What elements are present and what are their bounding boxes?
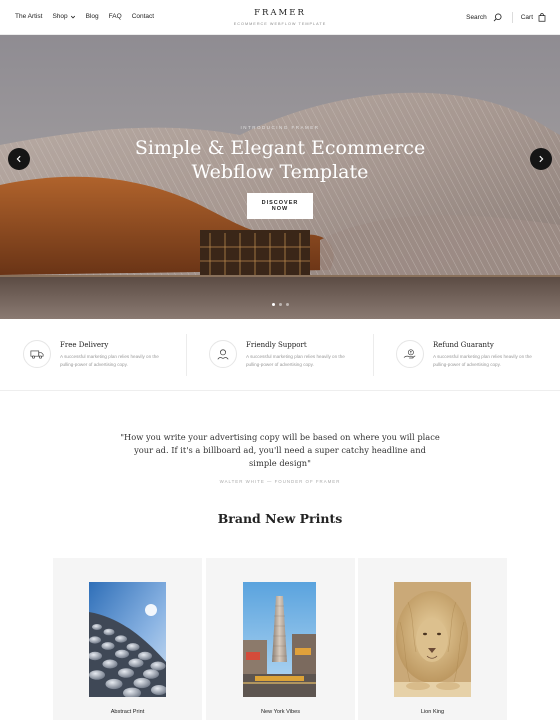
nav-link-blog[interactable]: Blog bbox=[86, 13, 99, 20]
nav-link-the-artist[interactable]: The Artist bbox=[15, 13, 42, 20]
hero-eyebrow: INTRODUCING FRAMER bbox=[240, 125, 320, 130]
feature-title: Friendly Support bbox=[246, 341, 307, 349]
product-card-new-york-vibes[interactable]: New York Vibes bbox=[206, 558, 355, 720]
products-section-title: Brand New Prints bbox=[217, 511, 343, 526]
product-name: Abstract Print bbox=[110, 709, 145, 715]
search-label: Search bbox=[466, 14, 487, 21]
nav-link-contact[interactable]: Contact bbox=[132, 13, 154, 20]
product-image bbox=[243, 582, 316, 697]
features-bar: Free Delivery A successful marketing pla… bbox=[0, 319, 560, 391]
hero-title-line-1: Simple & Elegant Ecommerce bbox=[134, 137, 426, 159]
hero-content: INTRODUCING FRAMER Simple & Elegant Ecom… bbox=[0, 125, 560, 219]
product-image bbox=[89, 582, 166, 697]
feature-description: A successful marketing plan relies heavi… bbox=[433, 354, 532, 367]
quote-text: "How you write your advertising copy wil… bbox=[120, 432, 440, 468]
support-icon bbox=[209, 340, 237, 368]
product-card-abstract-print[interactable]: Abstract Print bbox=[53, 558, 202, 720]
chevron-left-icon bbox=[16, 155, 21, 163]
nav-link-faq[interactable]: FAQ bbox=[109, 13, 122, 20]
product-name: Lion King bbox=[420, 709, 445, 715]
feature-title: Refund Guaranty bbox=[433, 341, 494, 349]
product-name: New York Vibes bbox=[260, 709, 301, 715]
nav-link-shop[interactable]: Shop bbox=[52, 13, 75, 20]
chevron-down-icon bbox=[70, 15, 75, 18]
hero-title-line-2: Webflow Template bbox=[191, 161, 369, 183]
feature-title: Free Delivery bbox=[60, 341, 109, 349]
slider-next-button[interactable] bbox=[530, 148, 552, 170]
discover-now-button[interactable]: DISCOVER NOW bbox=[247, 193, 313, 219]
cart-button[interactable]: Cart bbox=[513, 13, 546, 22]
slider-dots bbox=[0, 303, 560, 306]
feature-description: A successful marketing plan relies heavi… bbox=[60, 354, 159, 367]
nav-link-shop-label: Shop bbox=[52, 13, 68, 20]
shopping-bag-icon bbox=[538, 13, 546, 22]
refund-icon bbox=[396, 340, 424, 368]
cart-label: Cart bbox=[520, 14, 533, 21]
nav-actions: Search Cart bbox=[466, 12, 546, 23]
top-navigation: The Artist Shop Blog FAQ Contact FRAMER … bbox=[0, 0, 560, 35]
nav-links: The Artist Shop Blog FAQ Contact bbox=[15, 13, 154, 20]
hero-title: Simple & Elegant Ecommerce Webflow Templ… bbox=[0, 136, 560, 184]
search-icon bbox=[493, 13, 502, 22]
feature-refund-guaranty: Refund Guaranty A successful marketing p… bbox=[396, 339, 560, 377]
hero-slider: INTRODUCING FRAMER Simple & Elegant Ecom… bbox=[0, 35, 560, 319]
feature-description: A successful marketing plan relies heavi… bbox=[246, 354, 345, 367]
product-card-lion-king[interactable]: Lion King bbox=[358, 558, 507, 720]
slider-dot-1[interactable] bbox=[271, 303, 275, 306]
chevron-right-icon bbox=[539, 155, 544, 163]
product-image bbox=[394, 582, 471, 697]
truck-icon bbox=[23, 340, 51, 368]
quote-author: WALTER WHITE — FOUNDER OF FRAMER bbox=[219, 479, 341, 484]
feature-divider bbox=[186, 334, 187, 376]
slider-dot-2[interactable] bbox=[278, 303, 282, 306]
feature-divider bbox=[373, 334, 374, 376]
slider-prev-button[interactable] bbox=[8, 148, 30, 170]
feature-free-delivery: Free Delivery A successful marketing pla… bbox=[23, 339, 193, 377]
feature-friendly-support: Friendly Support A successful marketing … bbox=[209, 339, 379, 377]
search-button[interactable]: Search bbox=[466, 12, 513, 23]
slider-dot-3[interactable] bbox=[285, 303, 289, 306]
testimonial-quote: "How you write your advertising copy wil… bbox=[0, 431, 560, 484]
